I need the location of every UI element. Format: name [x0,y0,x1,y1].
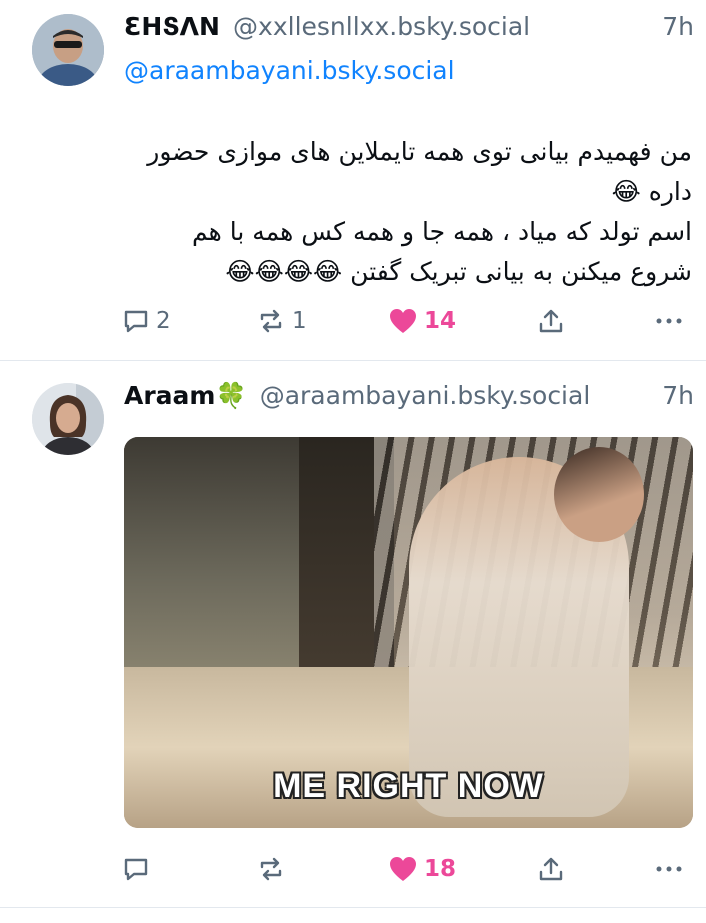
more-options-button[interactable] [654,301,684,341]
like-button[interactable]: 14 [388,301,456,341]
avatar-image [32,14,104,86]
repost-icon [260,309,282,333]
reply-icon [124,858,148,881]
like-count: 14 [424,308,457,334]
author-handle[interactable]: @xxllesnllxx.bsky.social [233,12,530,41]
heart-icon [390,309,416,333]
repost-icon [260,857,282,881]
avatar[interactable] [32,14,104,86]
avatar-image [32,383,104,455]
feed-post[interactable]: ƐHՏΛN @xxllesnllxx.bsky.social 7h @araam… [0,0,706,360]
post-header: ƐHՏΛN @xxllesnllxx.bsky.social 7h [124,12,694,52]
repost-button[interactable]: 1 [256,301,307,341]
post-text: من فهمیدم بیانی توی همه تایملاین های موا… [147,137,692,286]
reply-button[interactable] [122,849,150,889]
post-actions: 2 1 14 [0,301,706,341]
more-icon [656,866,682,872]
share-button[interactable] [537,849,565,889]
heart-icon [390,857,416,881]
reply-icon [124,310,148,333]
reply-count: 2 [156,308,171,334]
more-icon [656,318,682,324]
post-time[interactable]: 7h [662,12,694,41]
gif-media[interactable]: ME RIGHT NOW [124,437,693,828]
post-time[interactable]: 7h [662,381,694,410]
repost-button[interactable] [256,849,286,889]
share-icon [539,857,563,881]
reply-button[interactable]: 2 [122,301,171,341]
share-button[interactable] [537,301,565,341]
author-name[interactable]: ƐHՏΛN [124,12,220,41]
author-handle[interactable]: @araambayani.bsky.social [260,381,591,410]
more-options-button[interactable] [654,849,684,889]
feed-post[interactable]: Araam🍀 @araambayani.bsky.social 7h ME RI… [0,361,706,907]
like-count: 18 [424,856,457,882]
share-icon [539,309,563,333]
post-actions: 18 [0,849,706,889]
post-divider [0,907,706,908]
avatar[interactable] [32,383,104,455]
repost-count: 1 [292,308,307,334]
post-header: Araam🍀 @araambayani.bsky.social 7h [124,381,694,421]
gif-caption: ME RIGHT NOW [273,767,544,805]
author-name[interactable]: Araam🍀 [124,381,247,410]
mention-link[interactable]: @araambayani.bsky.social [124,56,455,85]
like-button[interactable]: 18 [388,849,456,889]
